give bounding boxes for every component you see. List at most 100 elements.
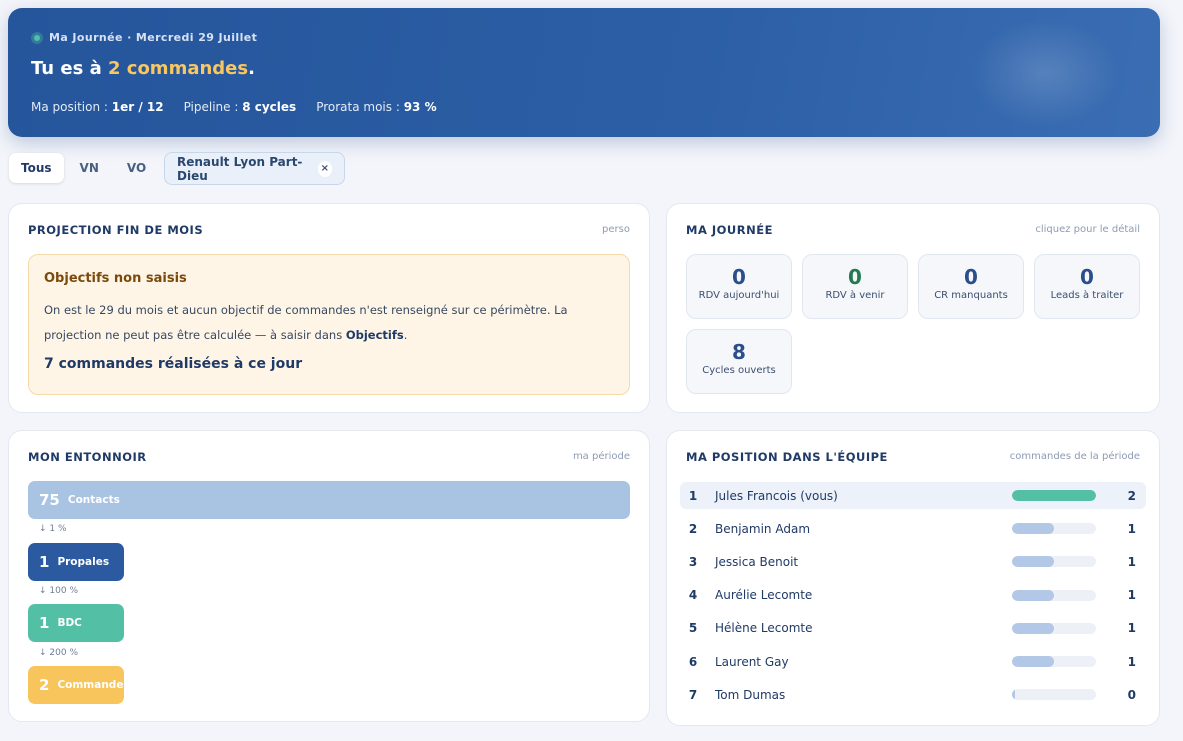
score-bar-track: [1012, 656, 1096, 667]
card-note: commandes de la période: [1009, 451, 1140, 462]
team-row[interactable]: 1 Jules Francois (vous) 2: [680, 482, 1146, 509]
card-title: MA JOURNÉE: [686, 223, 773, 237]
team-row[interactable]: 3 Jessica Benoit 1: [680, 548, 1146, 575]
hero-title-suffix: .: [248, 58, 255, 79]
seller-name: Hélène Lecomte: [715, 621, 813, 636]
score-bar-track: [1012, 556, 1096, 568]
order-count: 1: [1127, 521, 1136, 536]
tile-value: 0: [1080, 265, 1094, 289]
rank-number: 6: [688, 654, 698, 669]
team-row[interactable]: 5 Hélène Lecomte 1: [680, 615, 1146, 642]
tile-value: 0: [732, 265, 746, 289]
tile-value: 0: [848, 265, 862, 289]
team-row[interactable]: 7 Tom Dumas 0: [680, 681, 1146, 708]
rank-number: 5: [688, 621, 698, 636]
card-note: perso: [602, 224, 630, 235]
hero-subtitle: Ma Journée · Mercredi 29 Juillet: [31, 31, 257, 44]
seller-name: Tom Dumas: [715, 687, 786, 702]
stat-value: 8 cycles: [242, 100, 297, 114]
objectives-alert: Objectifs non saisis On est le 29 du moi…: [28, 254, 630, 395]
team-row[interactable]: 4 Aurélie Lecomte 1: [680, 582, 1146, 609]
rank-number: 1: [688, 488, 698, 503]
stage-value: 1: [39, 553, 50, 571]
objectifs-link[interactable]: Objectifs: [346, 328, 404, 342]
projection-card: PROJECTION FIN DE MOIS perso Objectifs n…: [8, 203, 650, 413]
stat-label: Pipeline :: [183, 100, 243, 114]
equipe-card: MA POSITION DANS L'ÉQUIPE commandes de l…: [666, 430, 1160, 726]
score-bar-fill: [1012, 622, 1054, 634]
funnel-stage-commandes[interactable]: 2 Commandes: [28, 666, 130, 704]
score-bar-fill: [1012, 689, 1016, 701]
team-row[interactable]: 2 Benjamin Adam 1: [680, 515, 1146, 542]
site-filter-chip[interactable]: Renault Lyon Part-Dieu ×: [164, 152, 345, 185]
order-count: 1: [1127, 654, 1136, 669]
segment-vo[interactable]: VO: [115, 153, 158, 183]
tile-label: Leads à traiter: [1050, 290, 1124, 301]
journee-card: MA JOURNÉE cliquez pour le détail 0 RDV …: [666, 203, 1160, 413]
card-title: PROJECTION FIN DE MOIS: [28, 223, 204, 237]
tile-rdv-aujourdhui[interactable]: 0 RDV aujourd'hui: [686, 254, 792, 319]
stat-label: Ma position :: [31, 100, 112, 114]
segment-tous[interactable]: Tous: [9, 153, 64, 183]
site-chip-label: Renault Lyon Part-Dieu: [177, 154, 303, 183]
tile-label: RDV aujourd'hui: [698, 290, 780, 301]
stat-value: 1er / 12: [111, 100, 164, 114]
segment-vn[interactable]: VN: [68, 153, 111, 183]
funnel-stage-bdc[interactable]: 1 BDC: [28, 604, 124, 642]
alert-text: On est le 29 du mois et aucun objectif d…: [44, 298, 614, 348]
score-bar-track: [1012, 689, 1096, 701]
hero-date: Ma Journée · Mercredi 29 Juillet: [49, 31, 258, 44]
stat-prorata: Prorata mois : 93 %: [316, 100, 436, 114]
card-note: ma période: [572, 451, 630, 462]
funnel-stage-propales[interactable]: 1 Propales: [28, 543, 124, 581]
order-count: 1: [1127, 588, 1136, 603]
order-count: 1: [1127, 621, 1136, 636]
rank-number: 3: [688, 554, 698, 569]
entonnoir-card: MON ENTONNOIR ma période 75 Contacts ↓ 1…: [8, 430, 650, 722]
funnel-stage-contacts[interactable]: 75 Contacts: [28, 481, 630, 519]
score-bar-fill: [1012, 589, 1054, 601]
close-icon[interactable]: ×: [317, 160, 332, 177]
stat-pipeline: Pipeline : 8 cycles: [184, 100, 297, 114]
tile-label: RDV à venir: [825, 290, 885, 301]
tile-leads-a-traiter[interactable]: 0 Leads à traiter: [1034, 254, 1140, 319]
hero-banner: Ma Journée · Mercredi 29 Juillet Tu es à…: [8, 8, 1160, 137]
stage-value: 2: [39, 676, 50, 694]
stage-label: Commandes: [57, 679, 130, 691]
segment-filter: Tous VN VO: [9, 152, 158, 184]
seller-name: Jules Francois (vous): [715, 488, 838, 503]
stage-label: BDC: [57, 617, 82, 629]
tile-cycles-ouverts[interactable]: 8 Cycles ouverts: [686, 329, 792, 394]
stage-label: Propales: [57, 556, 110, 568]
seller-name: Laurent Gay: [715, 654, 789, 669]
score-bar-track: [1012, 490, 1096, 501]
tile-cr-manquants[interactable]: 0 CR manquants: [918, 254, 1024, 319]
tile-rdv-a-venir[interactable]: 0 RDV à venir: [802, 254, 908, 319]
alert-title: Objectifs non saisis: [44, 271, 187, 286]
alert-text-end: .: [403, 328, 408, 342]
stat-value: 93 %: [403, 100, 437, 114]
rank-number: 2: [688, 521, 698, 536]
hero-title: Tu es à 2 commandes.: [31, 58, 255, 79]
card-title: MA POSITION DANS L'ÉQUIPE: [686, 450, 888, 464]
tile-label: CR manquants: [934, 290, 1008, 301]
order-count: 0: [1127, 687, 1136, 702]
seller-name: Jessica Benoit: [715, 554, 799, 569]
status-dot-icon: [31, 31, 43, 44]
tile-value: 8: [732, 340, 746, 364]
score-bar-track: [1012, 589, 1096, 601]
conversion-rate: ↓ 200 %: [39, 648, 78, 658]
tile-value: 0: [964, 265, 978, 289]
score-bar-fill: [1012, 556, 1054, 568]
hero-title-prefix: Tu es à: [31, 58, 108, 79]
rank-number: 4: [688, 588, 698, 603]
stage-label: Contacts: [67, 494, 120, 506]
stat-position: Ma position : 1er / 12: [31, 100, 164, 114]
order-count: 1: [1127, 554, 1136, 569]
score-bar-fill: [1012, 523, 1054, 535]
stage-value: 1: [39, 614, 50, 632]
card-note: cliquez pour le détail: [1035, 224, 1140, 235]
rank-number: 7: [688, 687, 698, 702]
conversion-rate: ↓ 1 %: [39, 524, 67, 534]
team-row[interactable]: 6 Laurent Gay 1: [680, 648, 1146, 675]
